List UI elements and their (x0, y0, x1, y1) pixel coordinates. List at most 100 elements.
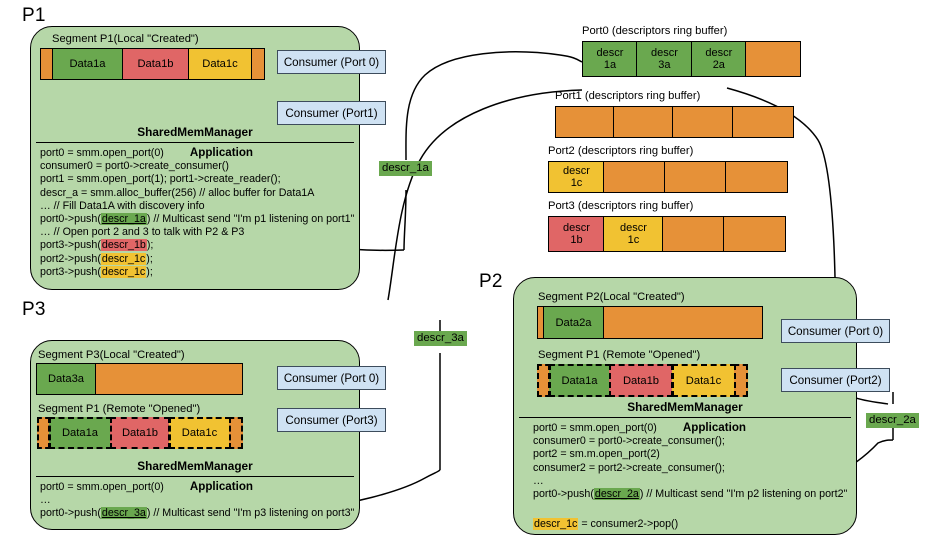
consumer-p2-port2[interactable]: Consumer (Port2) (781, 368, 890, 392)
wire-p3-to-port1 (387, 89, 583, 301)
ring-cell[interactable] (732, 106, 795, 138)
descriptor-ref-1c: descr_1c (533, 518, 579, 531)
segment-block: Data1b (110, 417, 170, 449)
segment-block: Data1c (187, 48, 253, 80)
panel-divider-p3 (36, 476, 354, 478)
code-line: consumer2 = port2->create_consumer(); (533, 461, 725, 474)
process-label-p1: P1 (22, 5, 46, 26)
ring-cell[interactable]: descr 2a (690, 41, 747, 77)
code-line: port0 = smm.open_port(0) Application (40, 480, 253, 493)
descriptor-pill-1a: descr_1a (379, 161, 432, 177)
ring-cell[interactable] (725, 161, 789, 193)
segment-block: Data2a (542, 306, 605, 339)
ring-cell[interactable] (613, 106, 674, 138)
segment-block: Data1b (122, 48, 189, 80)
ring-cell-line1: descr (619, 222, 647, 234)
descriptor-ref-1a: descr_1a (100, 213, 147, 226)
process-label-p3: P3 (22, 299, 46, 320)
ring-cell[interactable] (723, 216, 787, 252)
code-line: descr_1c = consumer2->pop() (533, 518, 679, 531)
segment-block (229, 417, 243, 449)
segment-bar-p2-1: Data1a Data1b Data1c (537, 364, 748, 397)
descriptor-ref-1b: descr_1b (100, 239, 147, 252)
ring-cell[interactable] (745, 41, 802, 77)
segment-block (94, 363, 243, 395)
ring-cell[interactable] (661, 216, 725, 252)
segment-caption-p1-0: Segment P1(Local "Created") (52, 33, 199, 45)
segment-caption-p3-0: Segment P3(Local "Created") (38, 349, 185, 361)
diagram-canvas: P1 Segment P1(Local "Created") Data1a Da… (0, 0, 927, 560)
ring-cell-line1: descr (563, 165, 590, 177)
descriptor-ref-1c: descr_1c (100, 252, 147, 265)
code-line: consumer0 = port0->create_consumer() (40, 160, 229, 173)
segment-bar-p1-0: Data1a Data1b Data1c (40, 48, 265, 80)
consumer-p2-port0[interactable]: Consumer (Port 0) (781, 319, 890, 343)
application-label-p3: Application (189, 480, 253, 493)
ring-cell[interactable] (663, 161, 727, 193)
panel-divider-p2 (519, 417, 851, 419)
panel-title-p3: SharedMemManager (137, 459, 253, 473)
consumer-p1-port1[interactable]: Consumer (Port1) (277, 101, 386, 125)
ring-cell-line1: descr (705, 47, 733, 59)
code-line: consumer0 = port0->create_consumer(); (533, 435, 725, 448)
ring-caption-port2: Port2 (descriptors ring buffer) (548, 145, 694, 157)
ring-caption-port1: Port1 (descriptors ring buffer) (555, 90, 701, 102)
segment-block: Data1c (168, 417, 231, 449)
wire-p1-pill-lower (403, 189, 407, 251)
code-line: port0->push(descr_2a) // Multicast send … (533, 488, 848, 501)
ring-cell-line2: 3a (658, 59, 671, 71)
segment-caption-p2-1: Segment P1 (Remote "Opened") (538, 349, 701, 361)
code-block-p1: port0 = smm.open_port(0) Application cons… (40, 146, 358, 279)
ring-cell-line1: descr (563, 222, 590, 234)
code-line: descr_a = smm.alloc_buffer(256) // alloc… (40, 186, 315, 199)
segment-bar-p2-0: Data2a (537, 306, 763, 339)
ring-cell[interactable]: descr 1c (603, 216, 664, 252)
segment-block (251, 48, 265, 80)
ring-cell-line2: 2a (712, 59, 725, 71)
ring-cell[interactable]: descr 1b (548, 216, 605, 252)
ring-cell-line1: descr (650, 47, 678, 59)
ring-cell[interactable]: descr 3a (636, 41, 693, 77)
descriptor-ref-3a: descr_3a (100, 507, 147, 520)
ring-cell[interactable] (603, 161, 666, 193)
code-block-p3: port0 = smm.open_port(0) Application … po… (40, 480, 358, 521)
segment-block: Data3a (36, 363, 96, 395)
code-line: port1 = smm.open_port(1); port1->create_… (40, 173, 281, 186)
ring-cell[interactable]: descr 1c (548, 161, 605, 193)
code-line: … (40, 494, 51, 507)
segment-block: Data1a (548, 364, 611, 397)
code-line: port2 = sm.m.open_port(2) (533, 448, 660, 461)
ring-buffer-port3: descr 1b descr 1c (548, 216, 787, 252)
ring-cell[interactable]: descr 1a (582, 41, 638, 77)
ring-buffer-port2: descr 1c (548, 161, 789, 193)
panel-title-p1: SharedMemManager (137, 125, 253, 139)
application-label-p1: Application (189, 146, 253, 159)
ring-cell-line1: descr (596, 47, 624, 59)
code-line: port0 = smm.open_port(0) Application (40, 146, 253, 159)
consumer-p1-port0[interactable]: Consumer (Port 0) (277, 50, 386, 74)
segment-block: Data1a (48, 417, 112, 449)
code-line: … (533, 474, 544, 487)
descriptor-pill-2a: descr_2a (866, 413, 919, 429)
segment-block: Data1a (51, 48, 124, 80)
ring-cell[interactable] (671, 106, 734, 138)
segment-block (603, 306, 763, 339)
code-line: … // Fill Data1A with discovery info (40, 199, 205, 212)
ring-buffer-port0: descr 1a descr 3a descr 2a (582, 41, 802, 77)
descriptor-pill-3a: descr_3a (414, 331, 467, 347)
code-line: … // Open port 2 and 3 to talk with P2 &… (40, 226, 245, 239)
segment-caption-p2-0: Segment P2(Local "Created") (538, 291, 685, 303)
segment-block: Data1b (609, 364, 673, 397)
ring-cell[interactable] (555, 106, 615, 138)
descriptor-ref-1c: descr_1c (100, 265, 147, 278)
consumer-p3-port0[interactable]: Consumer (Port 0) (277, 366, 386, 390)
ring-cell-line2: 1c (570, 177, 583, 189)
code-line: port2->push(descr_1c); (40, 252, 153, 265)
segment-bar-p3-0: Data3a (36, 363, 243, 395)
ring-caption-port0: Port0 (descriptors ring buffer) (582, 25, 728, 37)
segment-block: Data1c (671, 364, 736, 397)
consumer-p3-port3[interactable]: Consumer (Port3) (277, 408, 386, 432)
segment-block (734, 364, 748, 397)
ring-buffer-port1 (555, 106, 795, 138)
